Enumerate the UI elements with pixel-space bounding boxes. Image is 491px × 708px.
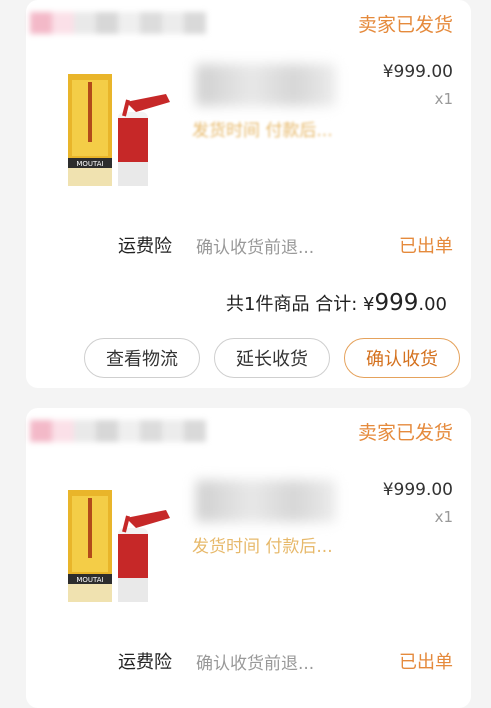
brand-text: MOUTAI — [76, 576, 103, 584]
extend-receipt-button[interactable]: 延长收货 — [214, 338, 330, 378]
brand-text: MOUTAI — [76, 160, 103, 168]
shipping-insurance-status: 已出单 — [399, 652, 453, 673]
product-image[interactable]: MOUTAI — [66, 72, 176, 190]
order-status: 卖家已发货 — [357, 422, 453, 444]
order-total-amount: 999 — [374, 290, 419, 316]
ship-time-note: 发货时间 付款后... — [192, 121, 333, 141]
order-status: 卖家已发货 — [357, 14, 453, 36]
item-price: ¥999.00 — [382, 62, 453, 82]
shipping-insurance-status: 已出单 — [399, 236, 453, 257]
ship-time-note: 发货时间 付款后... — [192, 537, 333, 557]
shop-name-blurred[interactable] — [30, 420, 206, 442]
product-title-blurred[interactable] — [196, 64, 336, 106]
order-total: 共1件商品 合计: ¥999.00 — [226, 290, 447, 316]
order-total-prefix: 共1件商品 合计: ¥ — [226, 294, 375, 315]
item-quantity: x1 — [434, 90, 453, 108]
confirm-receipt-button[interactable]: 确认收货 — [344, 338, 460, 378]
product-title-blurred[interactable] — [196, 480, 336, 522]
item-quantity: x1 — [434, 508, 453, 526]
order-total-cents: .00 — [418, 294, 447, 315]
shipping-insurance-desc[interactable]: 确认收货前退... — [196, 649, 314, 674]
order-card[interactable]: 卖家已发货 MOUTAI 发货时间 付款后... ¥999.00 x1 运费险 … — [26, 408, 471, 708]
shipping-insurance-label: 运费险 — [118, 236, 172, 257]
item-price: ¥999.00 — [382, 480, 453, 500]
shop-name-blurred[interactable] — [30, 12, 206, 34]
product-image[interactable]: MOUTAI — [66, 488, 176, 606]
shipping-insurance-desc[interactable]: 确认收货前退... — [196, 233, 314, 258]
order-card[interactable]: 卖家已发货 MOUTAI 发货时间 付款后... ¥999.00 x1 运费险 … — [26, 0, 471, 388]
view-logistics-button[interactable]: 查看物流 — [84, 338, 200, 378]
shipping-insurance-label: 运费险 — [118, 652, 172, 673]
